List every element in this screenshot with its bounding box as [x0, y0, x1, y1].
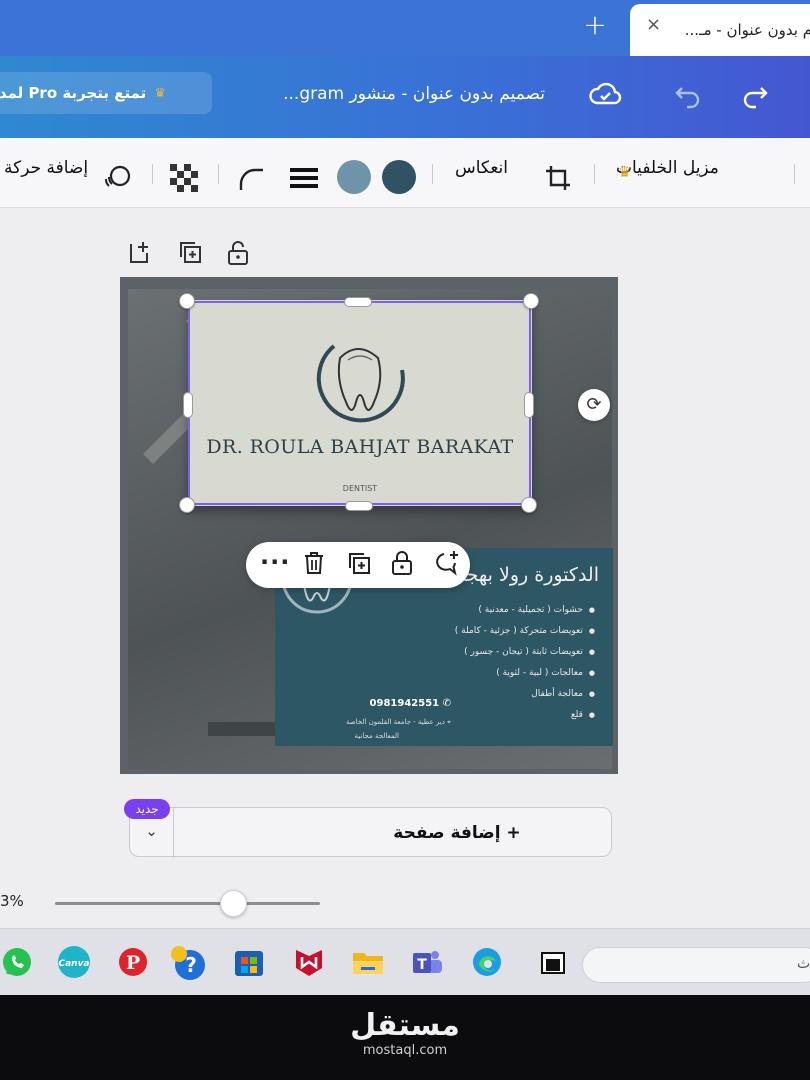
- resize-handle-top[interactable]: [344, 297, 372, 307]
- context-toolbar: إضافة حركة انعكاس مزيل الخلفيات ♛: [0, 138, 810, 208]
- lock-icon[interactable]: [227, 240, 249, 272]
- crown-icon: ♛: [154, 85, 166, 101]
- service-item: تعويضات ثابتة ( تيجان - جسور ): [415, 642, 595, 663]
- svg-text:T: T: [417, 957, 427, 973]
- trash-icon[interactable]: [303, 550, 325, 582]
- add-page-bar: ⌄ + إضافة صفحة: [129, 807, 612, 858]
- svg-text:?: ?: [185, 953, 197, 977]
- document-title[interactable]: تصميم بدون عنوان - منشور gram...: [240, 84, 545, 104]
- help-icon[interactable]: ?: [170, 945, 205, 980]
- address: ⌖ دير عطية - جامعة القلمون الخاصة: [345, 718, 451, 726]
- dentist-name: DR. ROULA BAHJAT BARAKAT: [206, 436, 514, 458]
- element-floating-toolbar: ···: [246, 542, 470, 588]
- pinterest-icon[interactable]: P: [116, 945, 150, 979]
- stroke-lines-icon[interactable]: [290, 166, 318, 194]
- transparency-icon[interactable]: [170, 164, 198, 196]
- cloud-check-icon[interactable]: [588, 78, 622, 119]
- new-badge: جديد: [124, 799, 170, 819]
- location-icon: ⌖: [444, 718, 451, 726]
- add-animation-button[interactable]: إضافة حركة: [4, 158, 88, 178]
- add-page-icon[interactable]: [128, 240, 150, 270]
- redo-icon[interactable]: [740, 80, 770, 117]
- dentist-subtitle: DENTIST: [342, 484, 378, 493]
- resize-handle-bottom[interactable]: [345, 501, 373, 511]
- pro-trial-label: تمتع بتجربة Pro لمدة: [0, 84, 147, 102]
- edge-icon[interactable]: [470, 945, 504, 979]
- tab-title: م بدون عنوان - مـ...: [684, 21, 810, 39]
- back-card-title: الدكتورة رولا بهجت: [448, 564, 599, 586]
- whatsapp-icon[interactable]: [0, 945, 34, 979]
- crown-icon: ♛: [618, 163, 632, 181]
- toolbar-separator: [152, 164, 153, 184]
- toolbar-separator: [432, 164, 433, 184]
- tooth-logo-icon: [316, 344, 405, 423]
- new-tab-button[interactable]: +: [580, 8, 610, 41]
- undo-icon[interactable]: [673, 80, 703, 117]
- toolbar-separator: [794, 164, 795, 184]
- canva-label: Canva: [58, 959, 89, 969]
- terminal-icon[interactable]: [536, 945, 570, 979]
- resize-handle-bottom-left[interactable]: [179, 497, 195, 513]
- zoom-level: 3%: [0, 892, 24, 910]
- watermark-domain: mostaql.com: [362, 1043, 448, 1058]
- watermark-brand: مستقل: [350, 1008, 460, 1043]
- flip-button[interactable]: انعكاس: [455, 158, 508, 178]
- free-treatment-note: المعالجة مجانية: [354, 732, 399, 740]
- browser-tab-bar: + م بدون عنوان - مـ... ×: [0, 0, 810, 56]
- taskbar-search-input[interactable]: ث: [582, 947, 810, 983]
- search-hint: ث: [797, 956, 810, 972]
- pro-trial-button[interactable]: ♛ تمتع بتجربة Pro لمدة: [0, 72, 212, 114]
- corner-radius-icon[interactable]: [238, 166, 266, 196]
- service-item: تعويضات متحركة ( جزئية - كاملة ): [415, 621, 595, 642]
- mcafee-icon[interactable]: [292, 945, 326, 979]
- zoom-slider-thumb[interactable]: [220, 890, 247, 917]
- resize-handle-top-right[interactable]: [523, 293, 539, 309]
- resize-handle-left[interactable]: [183, 392, 193, 418]
- toolbar-separator: [594, 164, 595, 184]
- toolbar-separator: [218, 164, 219, 184]
- color-swatch-light[interactable]: [337, 160, 371, 194]
- phone-icon: ✆: [439, 698, 451, 709]
- duplicate-icon[interactable]: [346, 550, 372, 582]
- tab-close-icon[interactable]: ×: [646, 14, 661, 35]
- add-page-button[interactable]: + إضافة صفحة: [302, 808, 612, 858]
- windows-taskbar: Canva P ? T ث: [0, 928, 810, 995]
- microsoft-store-icon[interactable]: [232, 945, 266, 979]
- resize-handle-top-left[interactable]: [179, 293, 195, 309]
- svg-text:P: P: [126, 952, 140, 974]
- add-comment-icon[interactable]: [432, 550, 460, 582]
- add-animation-label: إضافة حركة: [4, 158, 89, 178]
- animate-icon[interactable]: [104, 164, 132, 194]
- more-icon[interactable]: ···: [260, 548, 290, 576]
- flip-label: انعكاس: [455, 158, 508, 178]
- editor-header: ♛ تمتع بتجربة Pro لمدة تصميم بدون عنوان …: [0, 56, 810, 138]
- phone-number: ✆ 0981942551: [369, 698, 451, 709]
- rotate-icon[interactable]: ⟳: [578, 389, 610, 421]
- business-card-front[interactable]: DR. ROULA BAHJAT BARAKAT DENTIST: [188, 300, 532, 506]
- screen: + م بدون عنوان - مـ... × ♛ تمتع بتجربة P…: [0, 0, 810, 995]
- resize-handle-bottom-right[interactable]: [521, 497, 537, 513]
- service-item: معالجات ( لبية - لثوية ): [415, 663, 595, 684]
- file-explorer-icon[interactable]: [351, 945, 385, 979]
- canva-icon[interactable]: Canva: [57, 945, 91, 979]
- service-item: حشوات ( تجميلية - معدنية ): [415, 600, 595, 621]
- crop-icon[interactable]: [544, 164, 572, 196]
- resize-handle-right[interactable]: [524, 392, 534, 418]
- teams-icon[interactable]: T: [410, 945, 444, 979]
- zoom-slider[interactable]: [55, 902, 320, 905]
- color-swatch-dark[interactable]: [382, 160, 416, 194]
- lock-icon[interactable]: [391, 550, 413, 582]
- duplicate-page-icon[interactable]: [178, 240, 202, 270]
